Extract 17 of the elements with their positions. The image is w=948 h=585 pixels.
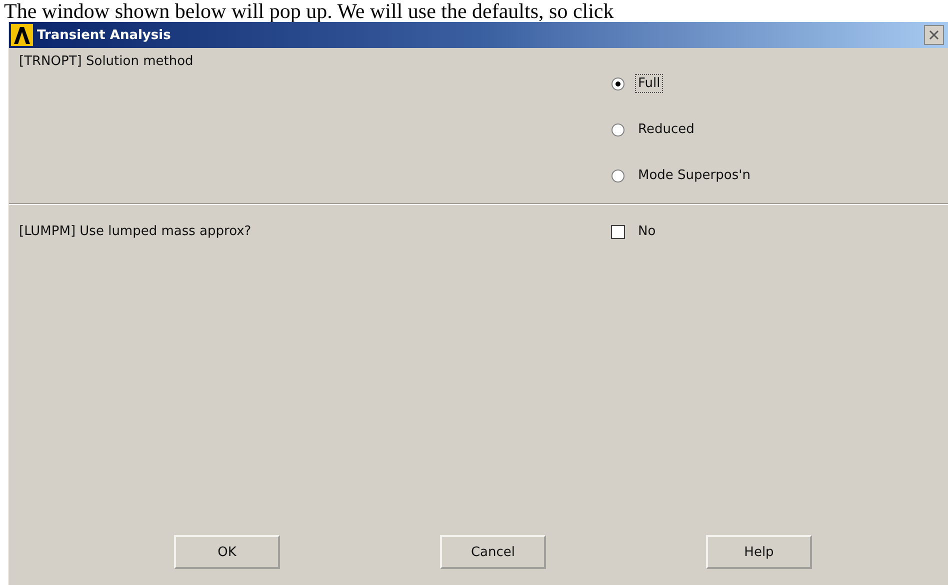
dialog-button[interactable]: OK: [174, 535, 280, 569]
option-label: [TRNOPT] Solution method: [19, 53, 194, 71]
window-title: Transient Analysis: [37, 28, 172, 42]
radio-option[interactable]: Mode Superpos'n: [611, 166, 754, 185]
checkbox[interactable]: [611, 224, 625, 238]
radio-button[interactable]: [611, 76, 625, 90]
close-button[interactable]: [924, 25, 944, 45]
dialog-button[interactable]: Cancel: [440, 535, 546, 569]
radio-button[interactable]: [611, 168, 625, 182]
radio-option[interactable]: Reduced: [611, 120, 754, 139]
logo-icon: [11, 24, 33, 46]
radio-button[interactable]: [611, 122, 625, 136]
radio-option[interactable]: Full: [611, 74, 754, 93]
option-label: [LUMPM] Use lumped mass approx?: [19, 223, 252, 241]
dialog-button[interactable]: Help: [706, 535, 812, 569]
close-icon: [929, 30, 939, 40]
checkbox-option[interactable]: No: [611, 222, 659, 241]
